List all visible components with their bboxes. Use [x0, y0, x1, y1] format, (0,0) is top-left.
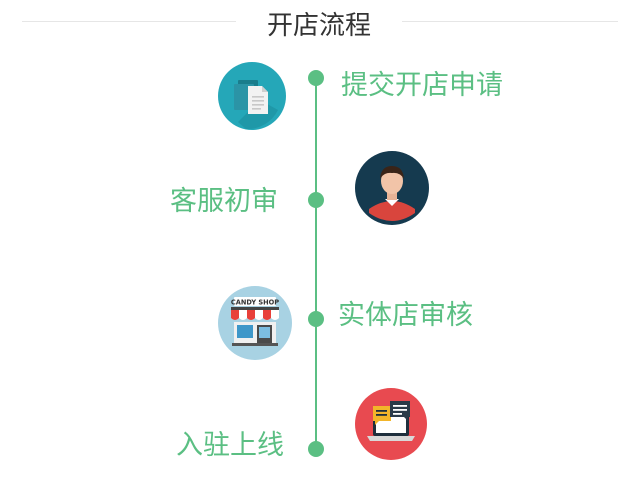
customer-service-person-icon — [355, 151, 429, 225]
step-label-customer-service-review: 客服初审 — [170, 186, 278, 217]
header-divider-left — [22, 21, 236, 22]
laptop-chat-icon — [355, 388, 427, 460]
timeline-dot-step-4 — [308, 441, 324, 457]
timeline-dot-step-1 — [308, 70, 324, 86]
page-title: 开店流程 — [266, 11, 371, 41]
document-copy-icon — [218, 62, 286, 130]
header-divider-right — [402, 21, 618, 22]
step-label-store-inspection: 实体店审核 — [338, 300, 473, 331]
step-label-submit-application: 提交开店申请 — [341, 70, 503, 101]
timeline-dot-step-3 — [308, 311, 324, 327]
step-label-go-live: 入驻上线 — [176, 430, 284, 461]
candy-shop-storefront-icon: CANDY SHOP — [218, 286, 292, 360]
timeline-line — [315, 78, 317, 450]
shop-sign-text: CANDY SHOP — [231, 298, 279, 306]
timeline-dot-step-2 — [308, 192, 324, 208]
